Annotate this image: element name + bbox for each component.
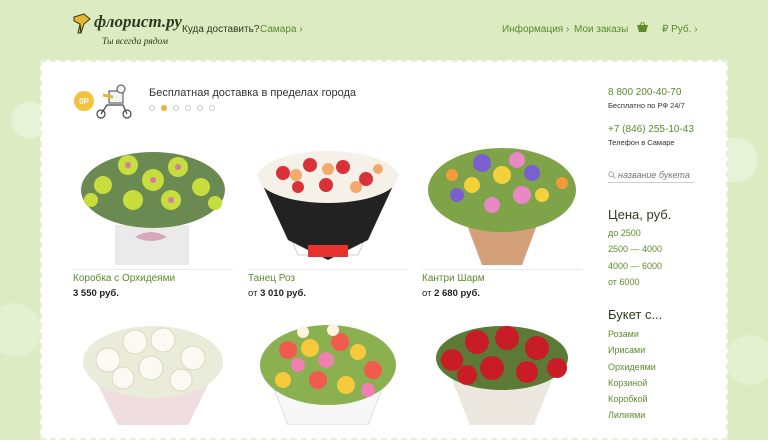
chevron-right-icon: › <box>566 24 570 35</box>
bouquet-image <box>436 326 568 425</box>
bouquet-filter-item[interactable]: Коробкой <box>608 394 648 404</box>
bouquet-heading: Букет с... <box>608 307 663 322</box>
search-icon <box>608 171 616 179</box>
bouquet-image <box>81 152 225 265</box>
bouquet-filter-item[interactable]: Лилиями <box>608 410 645 420</box>
divider <box>422 269 582 270</box>
price-prefix: от <box>248 288 258 299</box>
basket-icon <box>637 21 648 32</box>
bouquet-filter-item[interactable]: Корзиной <box>608 378 647 388</box>
slogan: Ты всегда рядом <box>102 37 168 47</box>
currency-selector[interactable]: ₽ Руб. › <box>662 24 698 35</box>
price-value: 2 680 руб. <box>434 288 480 299</box>
top-bar: флорист.ру Ты всегда рядом Куда доставит… <box>0 0 768 60</box>
phone-city[interactable]: +7 (846) 255-10-43 <box>608 124 694 135</box>
slider-dot[interactable] <box>173 105 179 111</box>
bouquet-filter-item[interactable]: Орхидеями <box>608 362 656 372</box>
price-filter-item[interactable]: 4000 — 6000 <box>608 261 662 271</box>
bouquet-image <box>258 151 398 260</box>
divider <box>248 269 408 270</box>
price-value: 3 010 руб. <box>260 288 306 299</box>
price-filter-item[interactable]: 2500 — 4000 <box>608 244 662 254</box>
price-filter-item[interactable]: до 2500 <box>608 228 641 238</box>
bouquet-image <box>260 324 396 425</box>
price-prefix: от <box>422 288 432 299</box>
phone-city-note: Телефон в Самаре <box>608 138 675 147</box>
info-label: Информация <box>502 24 564 35</box>
product-name[interactable]: Коробка с Орхидеями <box>73 273 175 284</box>
phone-free-note: Бесплатно по РФ 24/7 <box>608 101 685 110</box>
bouquet-filter-item[interactable]: Ирисами <box>608 345 645 355</box>
bouquet-image <box>83 326 223 425</box>
logo-text: флорист.ру <box>94 12 182 31</box>
slider-dot[interactable] <box>197 105 203 111</box>
search-input[interactable] <box>618 168 694 182</box>
delivery-scooter-icon: 0Р <box>74 84 132 119</box>
chevron-right-icon: › <box>694 24 698 35</box>
chevron-right-icon: › <box>299 24 303 35</box>
price-filter-item[interactable]: от 6000 <box>608 277 639 287</box>
currency-label: ₽ Руб. <box>662 24 692 35</box>
slider-dots <box>149 105 215 111</box>
flower-logo-icon <box>73 13 91 34</box>
info-menu[interactable]: Информация › <box>502 24 569 35</box>
product-price: 3 550 руб. <box>73 288 119 299</box>
bouquet-image <box>428 148 576 265</box>
product-price: от 3 010 руб. <box>248 288 306 299</box>
bouquet-filter-item[interactable]: Розами <box>608 329 639 339</box>
logo[interactable]: флорист.ру <box>72 13 182 35</box>
slider-dot-active[interactable] <box>161 105 167 111</box>
slider-dot[interactable] <box>149 105 155 111</box>
product-name[interactable]: Танец Роз <box>248 273 295 284</box>
city-selector[interactable]: Самара › <box>260 24 303 35</box>
price-value: 3 550 руб. <box>73 288 119 299</box>
promo-badge: 0Р <box>79 97 89 106</box>
phone-free[interactable]: 8 800 200-40-70 <box>608 87 681 98</box>
product-name[interactable]: Кантри Шарм <box>422 273 485 284</box>
free-phone: 8 800 200-40-70 <box>608 87 681 98</box>
my-orders-link[interactable]: Мои заказы <box>574 24 628 35</box>
slider-dot[interactable] <box>209 105 215 111</box>
price-heading: Цена, руб. <box>608 207 672 222</box>
cart-button[interactable] <box>636 21 649 36</box>
product-price: от 2 680 руб. <box>422 288 480 299</box>
city-label: Самара <box>260 24 297 35</box>
delivery-question: Куда доставить? <box>182 24 260 35</box>
promo-text: Бесплатная доставка в пределах города <box>149 87 357 99</box>
slider-dot[interactable] <box>185 105 191 111</box>
divider <box>73 269 233 270</box>
bouquet-search[interactable] <box>608 168 694 183</box>
